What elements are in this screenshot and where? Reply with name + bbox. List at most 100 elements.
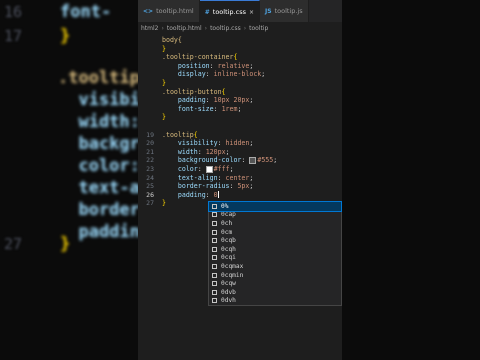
suggestion-label: 0cqh — [221, 245, 236, 253]
tab-label: tooltip.css — [212, 8, 246, 16]
background-code-line: width: — [58, 112, 140, 132]
color-swatch[interactable] — [205, 165, 213, 173]
suggestion-item[interactable]: 0dvh — [209, 297, 341, 306]
code-token: position — [162, 61, 210, 70]
code-line: } — [162, 45, 166, 54]
code-token: ; — [225, 147, 230, 156]
background-code-line: visibi — [58, 90, 140, 110]
tab-tooltip-css[interactable]: # tooltip.css × — [199, 0, 260, 23]
background-code-line: backgr — [58, 134, 140, 154]
code-token: width — [162, 147, 198, 156]
code-token: : — [205, 70, 214, 79]
unit-value-icon — [212, 203, 217, 209]
code-line: text-align: center; — [162, 174, 253, 183]
code-token: ; — [249, 182, 254, 191]
tab-tooltip-js[interactable]: JS tooltip.js — [260, 0, 309, 22]
background-code-line: .tooltip — [58, 68, 140, 88]
code-line: } — [162, 79, 166, 88]
suggestion-item[interactable]: 0cqi — [209, 254, 341, 263]
code-token: 1rem — [221, 104, 238, 113]
unit-value-icon — [212, 229, 217, 235]
code-token: background-color — [162, 156, 242, 165]
code-line: .tooltip-button{ — [162, 88, 226, 97]
code-line: } — [162, 113, 166, 122]
code-line: padding: 0 — [162, 191, 219, 200]
suggestion-label: 0dvh — [221, 297, 236, 305]
close-icon[interactable]: × — [249, 9, 254, 16]
code-token: { — [221, 87, 226, 96]
line-number: 25 — [146, 182, 154, 191]
unit-value-icon — [212, 212, 217, 218]
line-number: 26 — [146, 190, 154, 199]
suggestion-item[interactable]: 0cqw — [209, 279, 341, 288]
background-code-line: font- — [60, 2, 112, 22]
chevron-right-icon: › — [243, 24, 247, 32]
breadcrumb-item[interactable]: tooltip.html — [167, 25, 202, 32]
code-token: display — [162, 70, 206, 79]
suggestion-item[interactable]: 0cqmin — [209, 271, 341, 280]
tab-bar: <> tooltip.html # tooltip.css × JS tooltip.js — [138, 0, 342, 23]
code-token: center — [225, 173, 250, 182]
text-cursor — [217, 191, 219, 199]
background-line-number: 17 — [4, 27, 23, 45]
code-token: ; — [229, 165, 234, 173]
suggestion-label: 0cap — [221, 211, 236, 219]
breadcrumb-item[interactable]: html2 — [141, 25, 158, 32]
code-token: 5px — [237, 182, 250, 191]
suggestion-label: 0cqi — [221, 254, 236, 262]
code-token: visibility — [162, 139, 218, 148]
suggestion-label: 0cqb — [221, 237, 236, 245]
suggestion-item[interactable]: 0cm — [209, 228, 341, 237]
code-token: : — [213, 104, 222, 113]
unit-value-icon — [212, 246, 217, 252]
suggestion-label: 0cqw — [221, 280, 236, 288]
suggestion-item[interactable]: 0cqh — [209, 245, 341, 254]
suggestion-label: 0dvb — [221, 288, 236, 296]
code-token: ; — [249, 96, 254, 105]
code-token: color — [162, 165, 198, 173]
code-token: body{ — [162, 36, 182, 44]
suggestion-item[interactable]: 0dvb — [209, 288, 341, 297]
code-token: font-size — [162, 104, 214, 113]
code-token: ; — [261, 70, 266, 79]
suggestion-label: 0ch — [221, 219, 233, 227]
breadcrumb-item[interactable]: tooltip — [249, 25, 268, 32]
code-token: .tooltip — [162, 130, 194, 139]
tab-label: tooltip.html — [156, 7, 194, 15]
code-token: text-align — [162, 173, 218, 182]
code-token: : — [197, 147, 206, 156]
code-token: : — [217, 173, 226, 182]
tab-tooltip-html[interactable]: <> tooltip.html — [138, 0, 200, 22]
code-token: } — [162, 44, 166, 53]
suggestion-item[interactable]: 0cap — [209, 211, 341, 220]
suggestion-label: 0cm — [221, 228, 233, 236]
code-token: padding — [162, 96, 206, 105]
unit-value-icon — [212, 238, 217, 244]
code-token: : — [205, 190, 214, 199]
autocomplete-list[interactable]: 0% 0cap 0ch 0cm 0cqb 0cqh 0cqi 0cqmax 0cqmin 0cqw… — [208, 201, 342, 307]
code-token: : — [241, 156, 250, 165]
code-token: 10px 20px — [213, 96, 250, 105]
background-line-number: 27 — [4, 235, 23, 253]
code-token: } — [162, 79, 166, 87]
code-line: padding: 10px 20px; — [162, 96, 253, 105]
background-line-number: 16 — [4, 3, 23, 21]
code-token: } — [162, 199, 166, 208]
suggestion-item[interactable]: 0ch — [209, 219, 341, 228]
unit-value-icon — [212, 263, 217, 269]
breadcrumb-item[interactable]: tooltip.css — [210, 25, 241, 32]
line-number: 19 — [146, 130, 154, 139]
line-number: 24 — [146, 173, 154, 182]
code-token: : — [205, 96, 214, 105]
color-swatch[interactable] — [249, 156, 257, 164]
unit-value-icon — [212, 281, 217, 287]
code-token: ; — [249, 61, 254, 70]
suggestion-item[interactable]: 0cqb — [209, 236, 341, 245]
file-type-icon: JS — [265, 7, 272, 15]
code-token: .tooltip-container — [162, 53, 234, 62]
suggestion-item[interactable]: 0cqmax — [209, 262, 341, 271]
code-editor[interactable]: <> tooltip.html # tooltip.css × JS tooltip.js … — [138, 0, 342, 360]
code-token: ; — [249, 173, 254, 182]
suggestion-item[interactable]: 0% — [208, 201, 342, 212]
code-token: #555 — [257, 156, 274, 165]
